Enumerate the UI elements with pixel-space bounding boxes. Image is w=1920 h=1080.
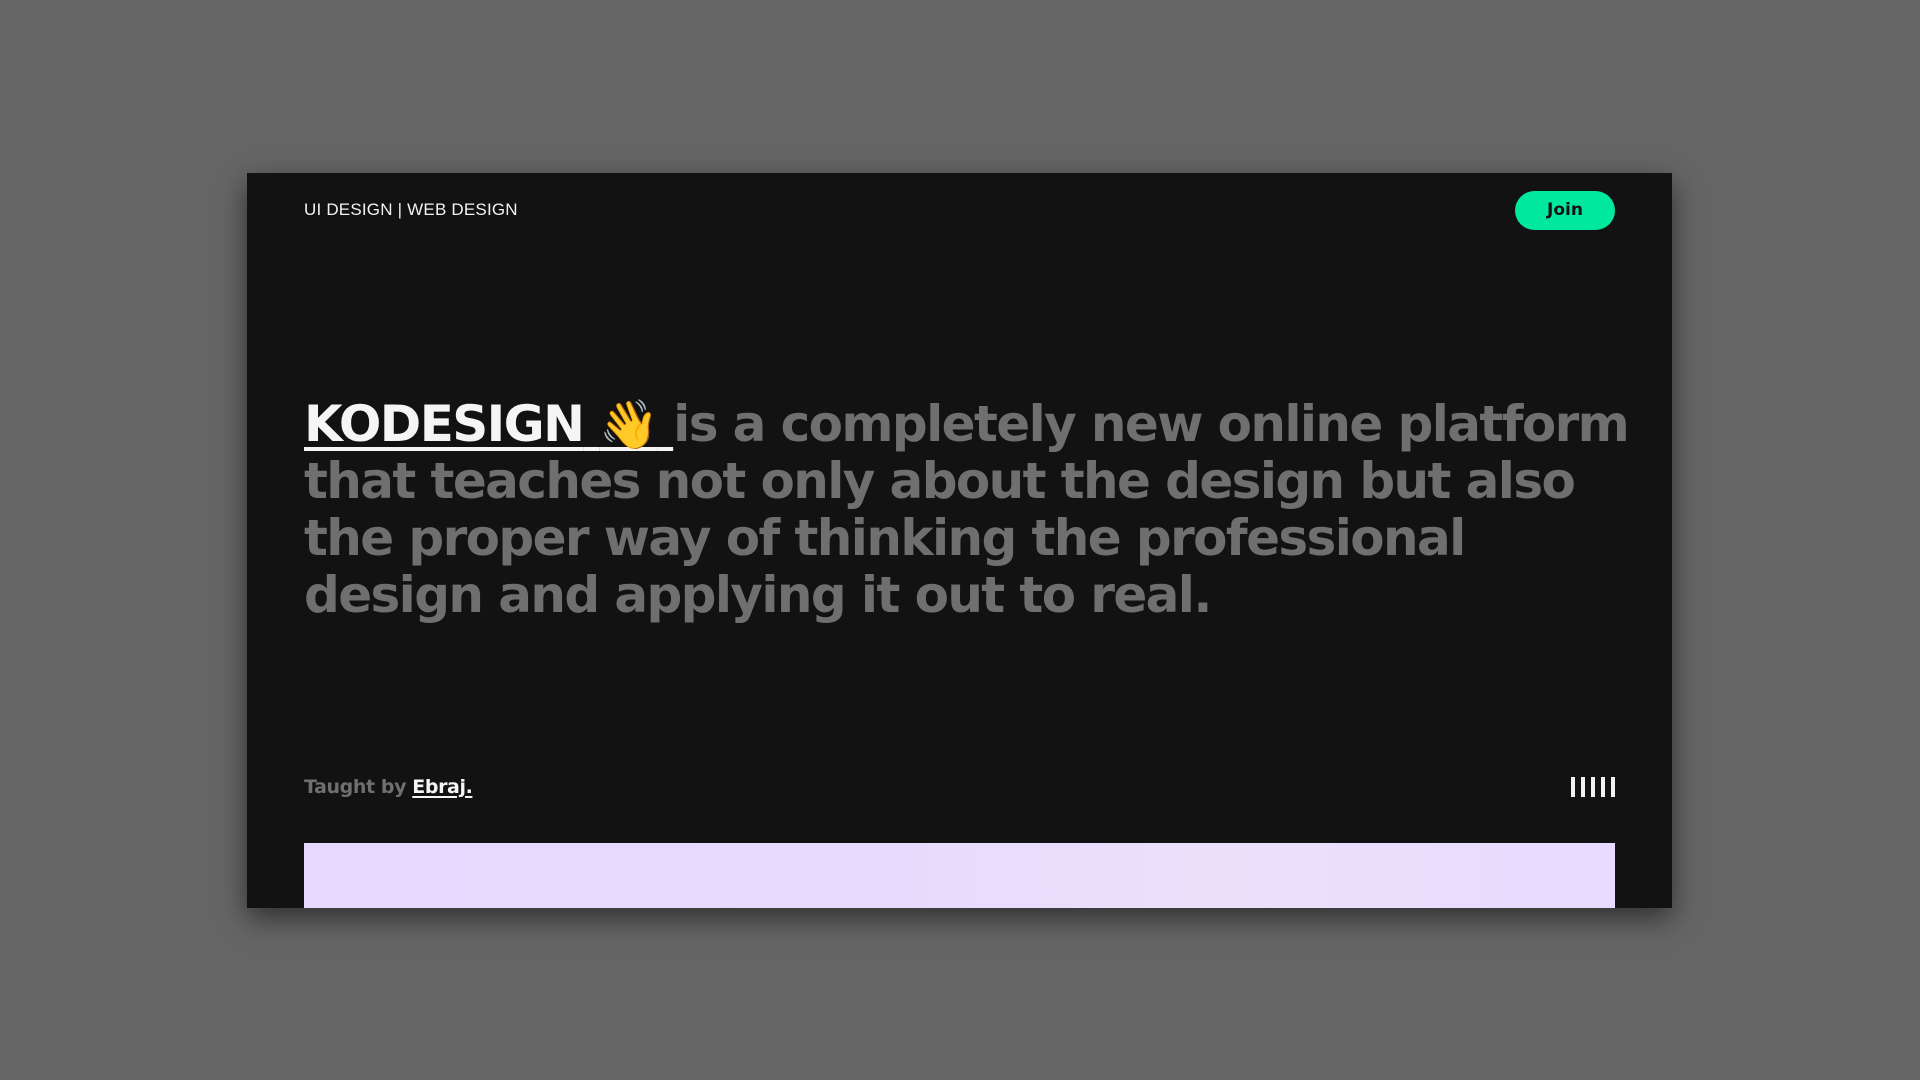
join-button[interactable]: Join xyxy=(1515,190,1615,230)
hero-window: UI DESIGN | WEB DESIGN Join KODESIGN 👋 i… xyxy=(247,173,1672,908)
taught-by-prefix: Taught by xyxy=(304,776,407,798)
bar-4 xyxy=(1601,777,1605,797)
bar-1 xyxy=(1571,777,1575,797)
brand-name: KODESIGN xyxy=(304,395,585,453)
nav-title: UI DESIGN | WEB DESIGN xyxy=(304,200,518,219)
hero-headline: KODESIGN 👋 is a completely new online pl… xyxy=(304,396,1634,624)
hero-footer: Taught by Ebraj. xyxy=(304,773,1615,801)
bar-5 xyxy=(1611,777,1615,797)
preview-panel xyxy=(304,843,1615,908)
brand-link[interactable]: KODESIGN 👋 xyxy=(304,395,673,453)
bar-3 xyxy=(1591,777,1595,797)
top-nav: UI DESIGN | WEB DESIGN Join xyxy=(304,190,1615,230)
vertical-bars-icon[interactable] xyxy=(1571,777,1615,797)
author-link[interactable]: Ebraj. xyxy=(412,776,473,798)
bar-2 xyxy=(1581,777,1585,797)
waving-hand-icon: 👋 xyxy=(599,397,659,453)
taught-by-line: Taught by Ebraj. xyxy=(304,776,473,798)
